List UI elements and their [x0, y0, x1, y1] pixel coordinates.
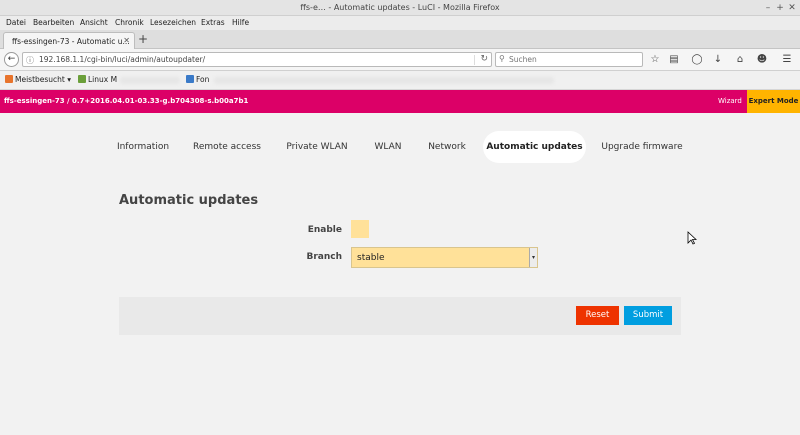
menu-ansicht[interactable]: Ansicht — [80, 18, 108, 27]
enable-checkbox[interactable] — [351, 220, 369, 238]
menu-extras[interactable]: Extras — [201, 18, 225, 27]
menubar: Datei Bearbeiten Ansicht Chronik Lesezei… — [0, 16, 800, 30]
bookmarks-library-icon[interactable]: ▤ — [667, 53, 681, 67]
tab-strip: ffs-essingen-73 - Automatic u... ✕ + — [0, 30, 800, 49]
tab-remote-access[interactable]: Remote access — [186, 131, 268, 163]
tab-private-wlan[interactable]: Private WLAN — [280, 131, 354, 163]
browser-tab-active[interactable]: ffs-essingen-73 - Automatic u... ✕ — [3, 32, 135, 49]
favicon-icon — [186, 75, 194, 83]
hamburger-menu-icon[interactable]: ☰ — [780, 53, 794, 67]
menu-chronik[interactable]: Chronik — [115, 18, 144, 27]
wizard-link[interactable]: Wizard — [718, 97, 742, 105]
expert-mode-button[interactable]: Expert Mode — [747, 90, 800, 113]
favicon-icon — [78, 75, 86, 83]
submit-button[interactable]: Submit — [624, 306, 672, 325]
search-icon: ⚲ — [499, 54, 505, 63]
url-separator — [474, 55, 475, 65]
tab-information[interactable]: Information — [112, 131, 174, 163]
form-actions: Reset Submit — [119, 297, 681, 335]
bookmark-star-icon[interactable]: ☆ — [648, 53, 662, 67]
branch-selected-value: stable — [357, 253, 385, 263]
nav-toolbar: ← ⓘ 192.168.1.1/cgi-bin/luci/admin/autou… — [0, 49, 800, 71]
menu-hilfe[interactable]: Hilfe — [232, 18, 249, 27]
window-titlebar: ffs-e… - Automatic updates - LuCI - Mozi… — [0, 0, 800, 16]
search-bar[interactable]: ⚲ — [495, 52, 643, 67]
arrow-left-icon: ← — [7, 54, 16, 64]
url-bar[interactable]: ⓘ 192.168.1.1/cgi-bin/luci/admin/autoupd… — [22, 52, 492, 67]
back-button[interactable]: ← — [4, 52, 19, 67]
page-title: Automatic updates — [119, 193, 259, 208]
bookmark-blurred — [120, 77, 180, 84]
bookmark-label: Meistbesucht — [15, 75, 65, 84]
main-content: Information Remote access Private WLAN W… — [0, 113, 800, 435]
search-input[interactable] — [509, 54, 639, 65]
branch-label: Branch — [306, 252, 342, 262]
mouse-cursor-icon — [687, 231, 697, 245]
enable-label: Enable — [307, 225, 342, 235]
bookmark-blurred — [214, 77, 554, 84]
bookmark-label: Linux M — [88, 75, 118, 84]
bookmarks-toolbar: Meistbesucht ▾ Linux M Fon — [0, 71, 800, 90]
branch-select[interactable]: stable ▾ — [351, 247, 538, 268]
new-tab-button[interactable]: + — [138, 33, 148, 46]
url-text[interactable]: 192.168.1.1/cgi-bin/luci/admin/autoupdat… — [39, 55, 205, 64]
folder-icon — [5, 75, 13, 83]
reset-button[interactable]: Reset — [576, 306, 619, 325]
pocket-icon[interactable]: ◯ — [690, 53, 704, 67]
tab-automatic-updates[interactable]: Automatic updates — [483, 131, 586, 163]
hostname-version: ffs-essingen-73 / 0.7+2016.04.01-03.33-g… — [4, 97, 249, 105]
luci-header: ffs-essingen-73 / 0.7+2016.04.01-03.33-g… — [0, 90, 800, 113]
minimize-button[interactable]: – — [762, 2, 774, 14]
bookmark-fon[interactable]: Fon — [186, 75, 209, 84]
menu-bearbeiten[interactable]: Bearbeiten — [33, 18, 74, 27]
window-title: ffs-e… - Automatic updates - LuCI - Mozi… — [300, 3, 500, 12]
tab-label: ffs-essingen-73 - Automatic u... — [12, 37, 130, 46]
menu-datei[interactable]: Datei — [6, 18, 26, 27]
reload-icon[interactable]: ↻ — [480, 54, 488, 64]
tab-upgrade-firmware[interactable]: Upgrade firmware — [598, 131, 686, 163]
addon-icon[interactable]: ☻ — [755, 53, 769, 67]
close-tab-icon[interactable]: ✕ — [123, 36, 130, 45]
close-window-button[interactable]: ✕ — [786, 2, 798, 14]
dropdown-arrow-icon[interactable]: ▾ — [529, 248, 537, 267]
bookmark-most-visited[interactable]: Meistbesucht ▾ — [5, 75, 71, 84]
bookmark-linux[interactable]: Linux M — [78, 75, 117, 84]
bookmark-label: Fon — [196, 75, 210, 84]
maximize-button[interactable]: + — [774, 2, 786, 14]
tab-network[interactable]: Network — [422, 131, 472, 163]
home-icon[interactable]: ⌂ — [733, 53, 747, 67]
tab-wlan[interactable]: WLAN — [366, 131, 410, 163]
menu-lesezeichen[interactable]: Lesezeichen — [150, 18, 196, 27]
download-icon[interactable]: ↓ — [711, 53, 725, 67]
info-icon[interactable]: ⓘ — [26, 55, 34, 66]
